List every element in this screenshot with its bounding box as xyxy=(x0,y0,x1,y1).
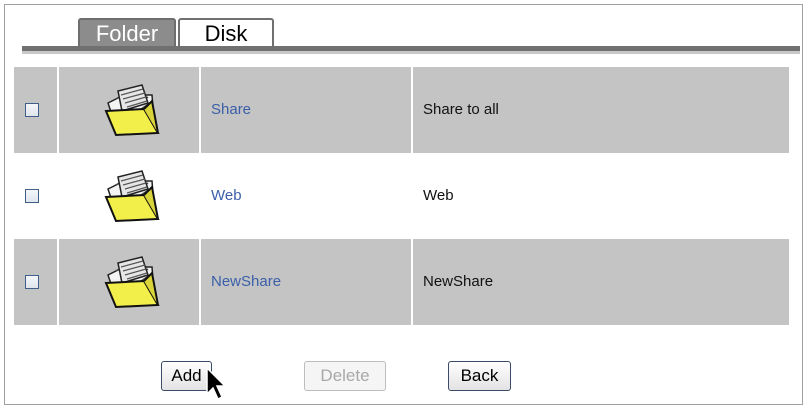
share-description: NewShare xyxy=(423,273,494,290)
folder-icon xyxy=(104,170,160,223)
table-row: Web Web xyxy=(14,153,789,239)
folder-icon xyxy=(104,84,160,137)
tab-bar: Folder Disk xyxy=(0,0,809,66)
icon-cell xyxy=(57,67,199,153)
row-checkbox-web[interactable] xyxy=(25,189,39,203)
share-description: Web xyxy=(423,187,454,204)
mouse-pointer-icon xyxy=(206,366,227,401)
delete-button[interactable]: Delete xyxy=(304,361,386,391)
share-name-link[interactable]: Web xyxy=(211,187,242,204)
checkbox-cell xyxy=(14,153,57,239)
row-checkbox-share[interactable] xyxy=(25,103,39,117)
name-cell: Share xyxy=(199,67,411,153)
share-table: Share Share to all Web Web NewShare NewS… xyxy=(14,67,789,325)
name-cell: NewShare xyxy=(199,239,411,325)
checkbox-cell xyxy=(14,67,57,153)
tab-folder[interactable]: Folder xyxy=(78,18,176,46)
description-cell: Web xyxy=(411,153,789,239)
row-checkbox-newshare[interactable] xyxy=(25,275,39,289)
share-name-link[interactable]: Share xyxy=(211,101,251,118)
table-row: NewShare NewShare xyxy=(14,239,789,325)
tab-underline-shadow xyxy=(22,51,800,54)
table-row: Share Share to all xyxy=(14,67,789,153)
folder-icon xyxy=(104,256,160,309)
name-cell: Web xyxy=(199,153,411,239)
back-button[interactable]: Back xyxy=(448,361,511,391)
description-cell: NewShare xyxy=(411,239,789,325)
icon-cell xyxy=(57,153,199,239)
share-description: Share to all xyxy=(423,101,499,118)
share-name-link[interactable]: NewShare xyxy=(211,273,281,290)
checkbox-cell xyxy=(14,239,57,325)
description-cell: Share to all xyxy=(411,67,789,153)
tab-disk[interactable]: Disk xyxy=(178,18,274,46)
icon-cell xyxy=(57,239,199,325)
